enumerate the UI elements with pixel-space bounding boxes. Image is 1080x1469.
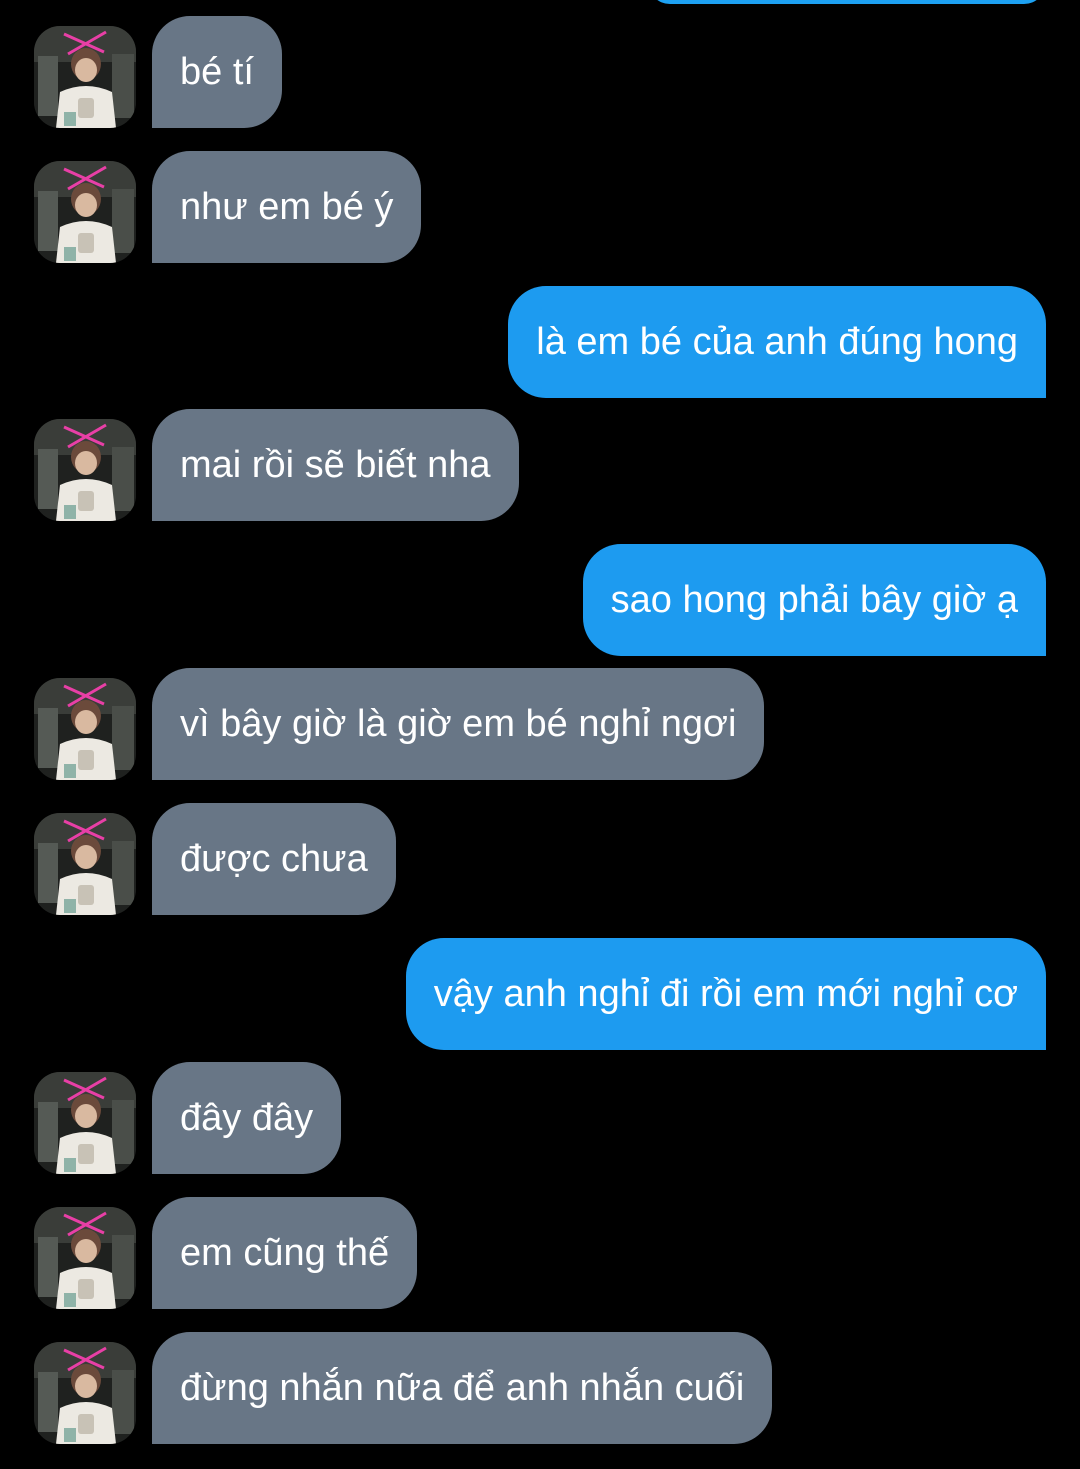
received-message-bubble[interactable]: vì bây giờ là giờ em bé nghỉ ngơi <box>152 668 765 780</box>
received-message-bubble[interactable]: bé tí <box>152 16 282 128</box>
previous-sent-message-bubble <box>648 0 1046 4</box>
sent-message-bubble[interactable]: sao hong phải bây giờ ạ <box>582 544 1046 656</box>
sent-message-bubble[interactable]: vậy anh nghỉ đi rồi em mới nghỉ cơ <box>405 938 1046 1050</box>
contact-avatar-icon[interactable] <box>34 161 136 263</box>
message-text: mai rồi sẽ biết nha <box>180 444 491 486</box>
contact-avatar-icon[interactable] <box>34 678 136 780</box>
contact-avatar-icon[interactable] <box>34 1342 136 1444</box>
contact-avatar-icon[interactable] <box>34 1207 136 1309</box>
message-text: vậy anh nghỉ đi rồi em mới nghỉ cơ <box>433 973 1018 1015</box>
contact-avatar-icon[interactable] <box>34 1072 136 1174</box>
message-text: vì bây giờ là giờ em bé nghỉ ngơi <box>180 703 737 745</box>
message-text: như em bé ý <box>180 186 394 228</box>
received-message-bubble[interactable]: như em bé ý <box>152 151 422 263</box>
message-text: bé tí <box>180 51 254 93</box>
received-message-bubble[interactable]: đừng nhắn nữa để anh nhắn cuối <box>152 1332 773 1444</box>
contact-avatar-icon[interactable] <box>34 419 136 521</box>
message-text: em cũng thế <box>180 1232 390 1274</box>
contact-avatar-icon[interactable] <box>34 813 136 915</box>
message-text: được chưa <box>180 838 368 880</box>
message-text: là em bé của anh đúng hong <box>536 321 1018 363</box>
message-text: đây đây <box>180 1097 314 1139</box>
message-text: sao hong phải bây giờ ạ <box>610 579 1018 621</box>
received-message-bubble[interactable]: được chưa <box>152 803 396 915</box>
received-message-bubble[interactable]: mai rồi sẽ biết nha <box>152 409 519 521</box>
message-text: đừng nhắn nữa để anh nhắn cuối <box>180 1367 745 1409</box>
contact-avatar-icon[interactable] <box>34 26 136 128</box>
received-message-bubble[interactable]: đây đây <box>152 1062 342 1174</box>
sent-message-bubble[interactable]: là em bé của anh đúng hong <box>508 286 1046 398</box>
received-message-bubble[interactable]: em cũng thế <box>152 1197 418 1309</box>
